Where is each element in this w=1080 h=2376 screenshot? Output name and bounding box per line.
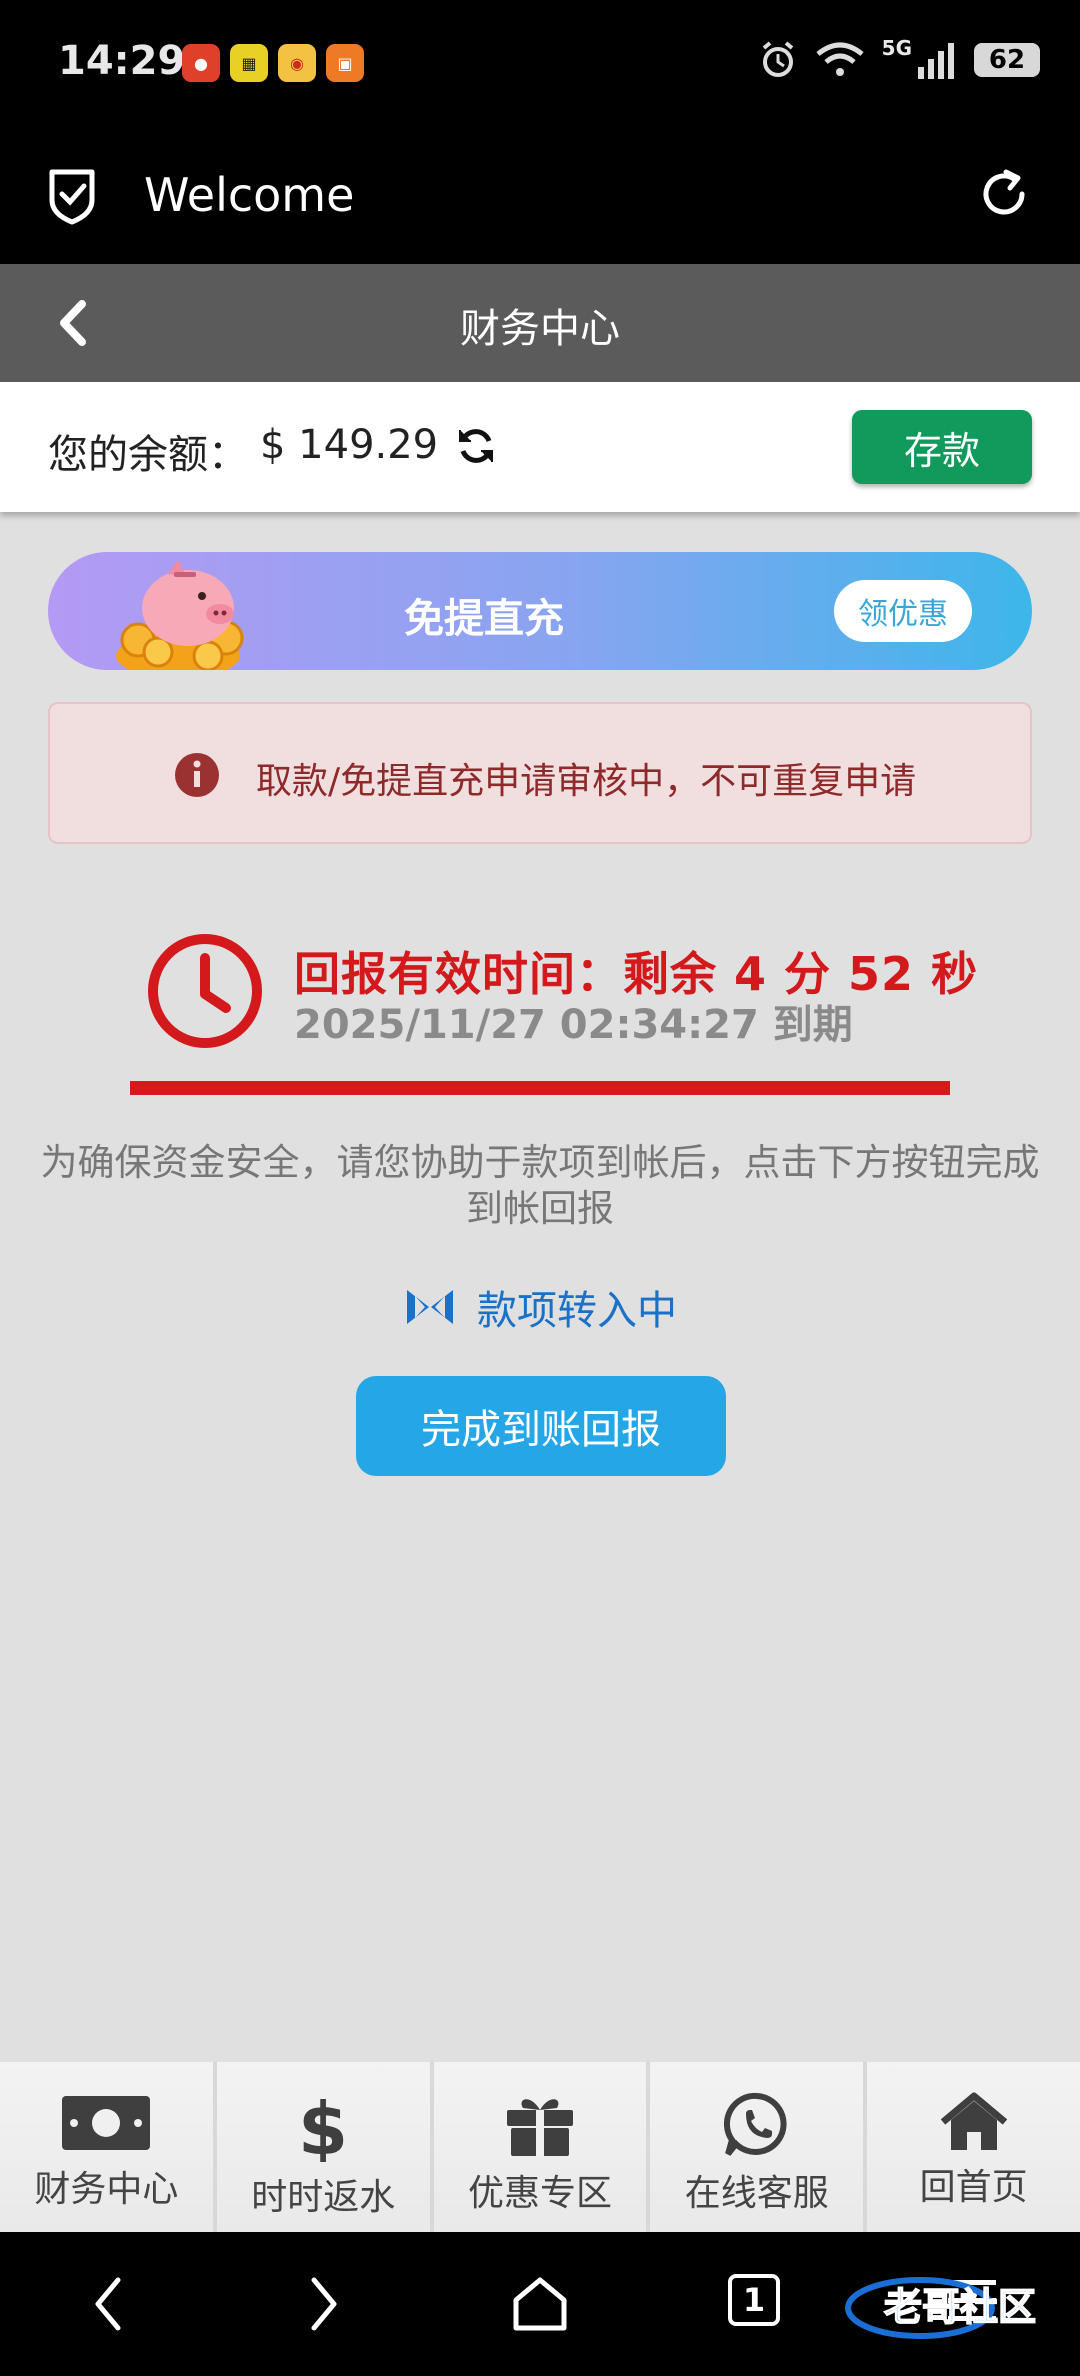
watermark-text: 老哥社区 (884, 2285, 1036, 2329)
nav-label: 财务中心 (34, 2169, 179, 2210)
confirm-arrival-button[interactable]: 完成到账回报 (356, 1376, 726, 1476)
wifi-icon (816, 42, 864, 76)
reload-icon[interactable] (976, 166, 1032, 222)
browser-forward-icon[interactable] (304, 2274, 344, 2334)
nav-rebate[interactable]: $ 时时返水 (216, 2062, 430, 2232)
network-type: 5G (881, 36, 912, 60)
system-nav-bar: 1 老哥社区 (0, 2232, 1080, 2376)
app-icon-yellow: ▦ (230, 44, 268, 82)
nav-customer-service[interactable]: 在线客服 (650, 2062, 864, 2232)
claim-offer-button[interactable]: 领优惠 (834, 580, 972, 642)
promo-title: 免提直充 (404, 596, 564, 642)
nav-finance-center[interactable]: 财务中心 (0, 2062, 213, 2232)
refresh-balance-icon[interactable] (456, 426, 496, 466)
weibo-icon: ◉ (278, 44, 316, 82)
timer-bar (130, 1081, 950, 1095)
nav-label: 回首页 (919, 2167, 1028, 2208)
promo-banner[interactable]: 免提直充 领优惠 (48, 552, 1032, 670)
battery-indicator: 62 (974, 43, 1040, 77)
browser-header: Welcome (0, 128, 1080, 264)
tabs-button[interactable]: 1 (728, 2274, 780, 2326)
clock-icon (148, 934, 262, 1048)
browser-back-icon[interactable] (88, 2274, 128, 2334)
balance-row: 您的余额： $ 149.29 存款 (0, 382, 1080, 512)
dollar-icon: $ (298, 2092, 348, 2162)
nav-promotions[interactable]: 优惠专区 (433, 2062, 647, 2232)
whatsapp-icon (723, 2092, 787, 2156)
nav-home[interactable]: 回首页 (867, 2062, 1080, 2232)
gift-icon (506, 2099, 573, 2156)
app-icon-red: ● (182, 44, 220, 82)
signal-icon (918, 43, 954, 79)
alert-text: 取款/免提直充申请审核中，不可重复申请 (256, 761, 917, 802)
page-title: 财务中心 (460, 306, 620, 352)
watermark-logo: 老哥社区 (845, 2277, 1037, 2339)
status-time: 14:29 (58, 38, 186, 84)
shield-check-icon[interactable] (44, 166, 100, 226)
transfer-loading-icon (407, 1290, 453, 1324)
app-icon-orange: ▣ (326, 44, 364, 82)
piggy-bank-icon (116, 560, 244, 670)
transfer-status-text: 款项转入中 (477, 1288, 677, 1334)
balance-label: 您的余额： (48, 432, 248, 478)
deposit-button[interactable]: 存款 (852, 410, 1032, 484)
title-bar: 财务中心 (0, 264, 1080, 382)
bottom-nav: 财务中心 $ 时时返水 优惠专区 在线客服 回首页 (0, 2062, 1080, 2232)
home-icon (940, 2092, 1007, 2150)
nav-label: 优惠专区 (467, 2173, 612, 2214)
info-icon (175, 753, 219, 797)
transfer-status: 款项转入中 (0, 1278, 1080, 1336)
browser-title: Welcome (144, 168, 355, 222)
money-bill-icon (62, 2096, 151, 2150)
alarm-icon (762, 41, 793, 77)
svg-text:$: $ (298, 2092, 348, 2162)
review-alert: 取款/免提直充申请审核中，不可重复申请 (48, 702, 1032, 844)
home-button-icon[interactable] (510, 2274, 570, 2334)
instruction-text: 为确保资金安全，请您协助于款项到帐后，点击下方按钮完成到帐回报 (40, 1141, 1040, 1230)
status-bar: 14:29 ● ▦ ◉ ▣ 5G 62 (0, 0, 1080, 128)
nav-label: 在线客服 (684, 2173, 829, 2214)
notification-icons: ● ▦ ◉ ▣ (182, 44, 364, 82)
status-indicators: 5G 62 (758, 36, 1040, 80)
timer-expiry: 2025/11/27 02:34:27 到期 (294, 1002, 853, 1048)
nav-label: 时时返水 (251, 2177, 396, 2218)
balance-value: $ 149.29 (260, 422, 439, 468)
